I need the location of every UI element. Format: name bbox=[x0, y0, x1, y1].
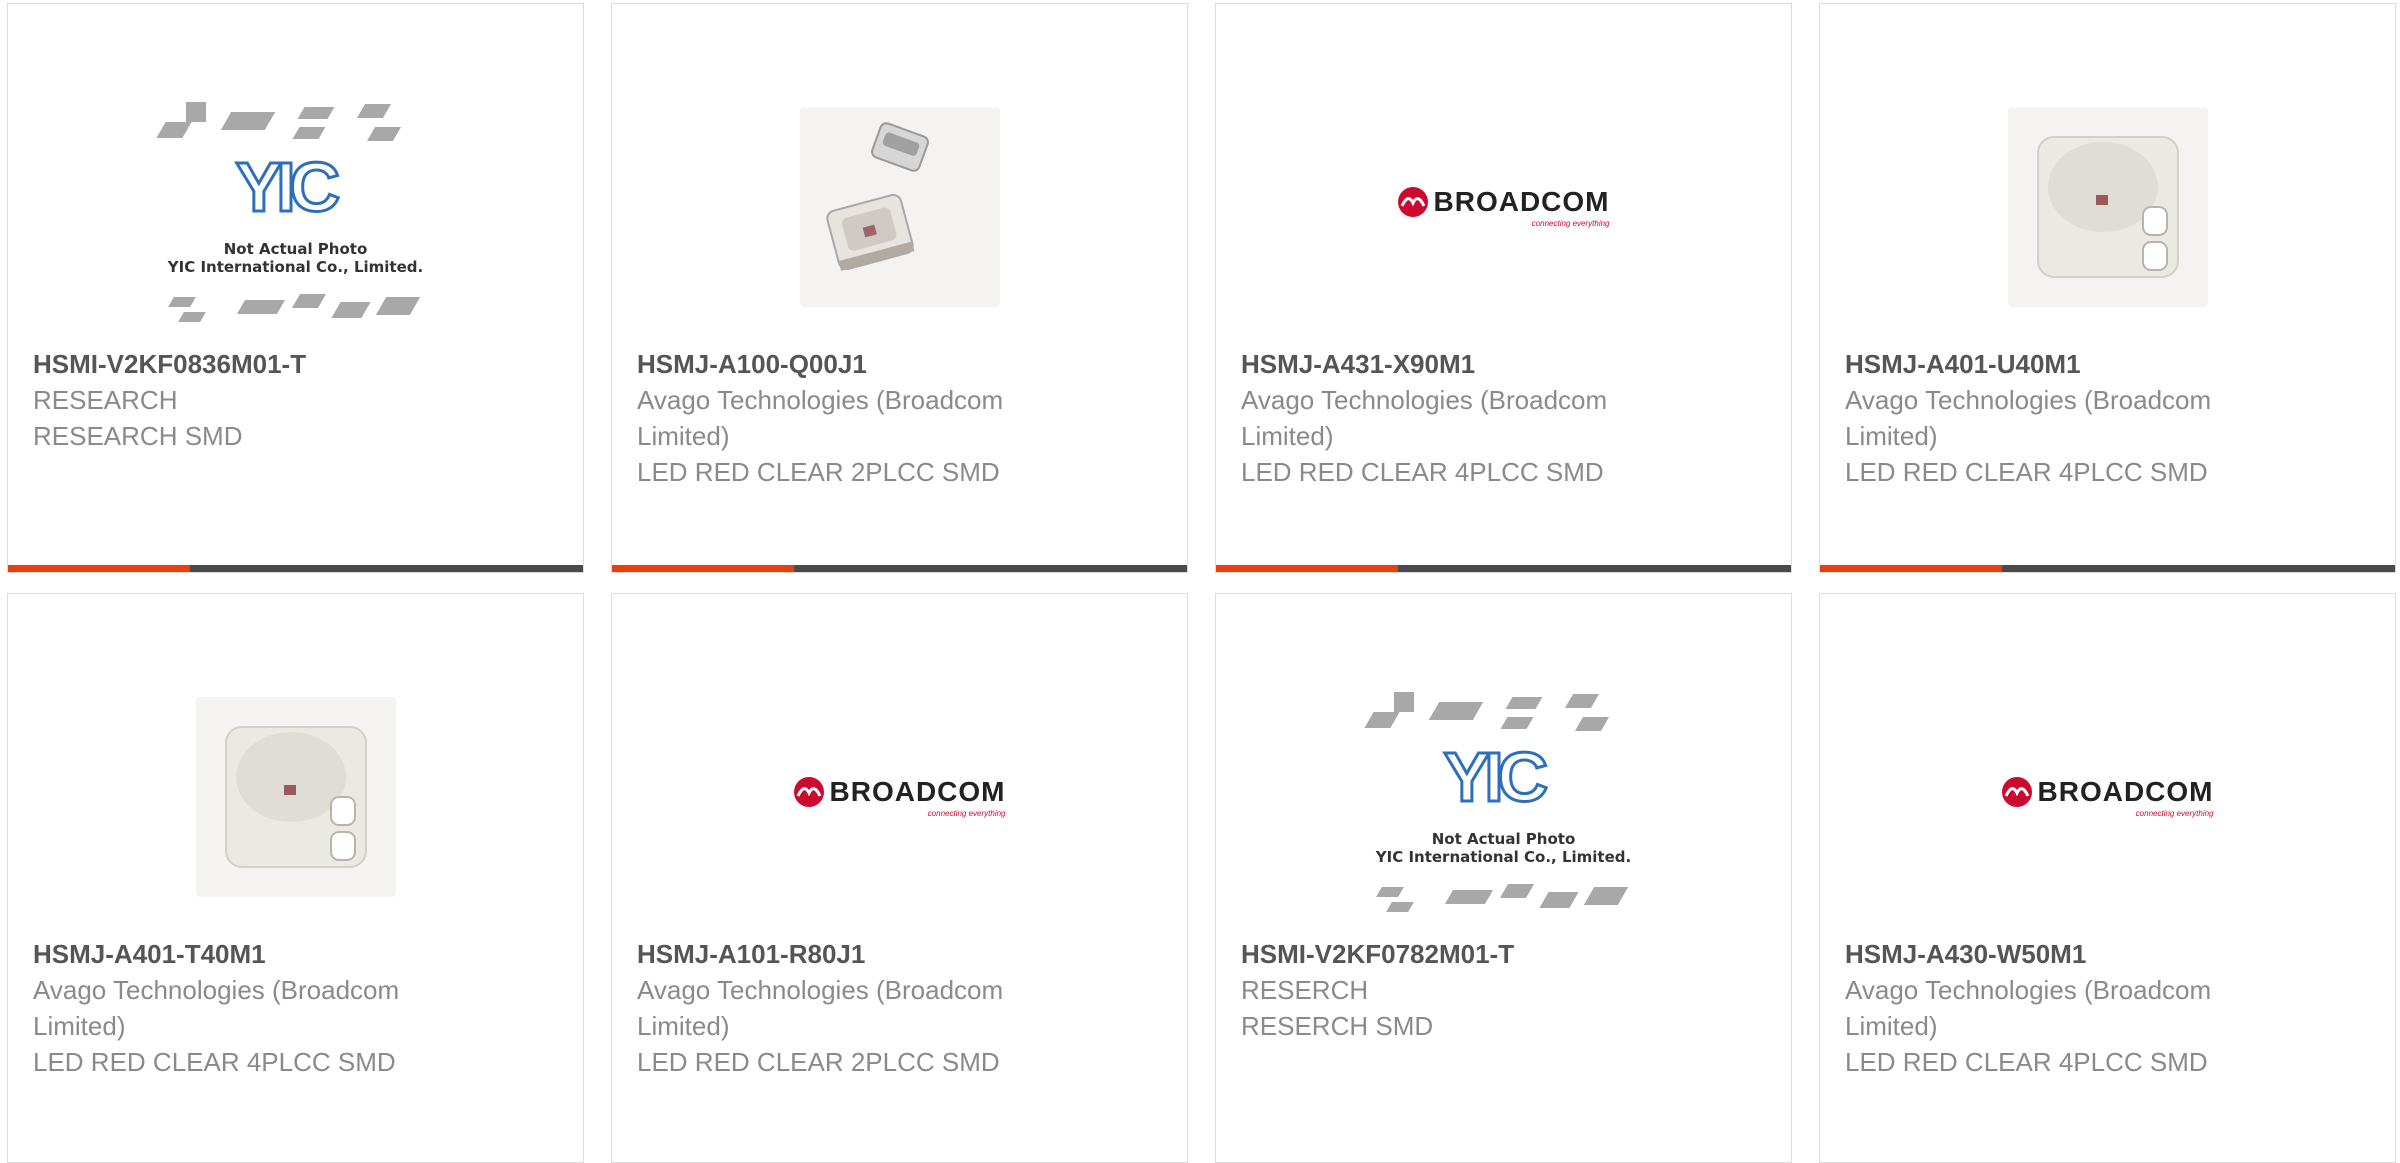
part-number[interactable]: HSMI-V2KF0782M01-T bbox=[1241, 936, 1701, 972]
part-number[interactable]: HSMJ-A401-T40M1 bbox=[33, 936, 493, 972]
product-info: HSMJ-A430-W50M1 Avago Technologies (Broa… bbox=[1845, 936, 2305, 1080]
part-number[interactable]: HSMI-V2KF0836M01-T bbox=[33, 346, 493, 382]
led-4plcc-photo bbox=[195, 697, 396, 897]
product-info: HSMJ-A401-U40M1 Avago Technologies (Broa… bbox=[1845, 346, 2305, 490]
manufacturer: Avago Technologies (Broadcom Limited) bbox=[1845, 975, 2212, 1041]
manufacturer: RESEARCH bbox=[33, 385, 178, 415]
image-caption: Not Actual Photo bbox=[1431, 830, 1576, 848]
logo-tagline: connecting everything bbox=[2135, 809, 2214, 818]
product-image: BROADCOM connecting everything bbox=[1364, 72, 1644, 342]
part-number[interactable]: HSMJ-A401-U40M1 bbox=[1845, 346, 2305, 382]
description: RESERCH SMD bbox=[1241, 1011, 1434, 1041]
manufacturer: Avago Technologies (Broadcom Limited) bbox=[1845, 385, 2212, 451]
product-card[interactable]: BROADCOM connecting everything HSMJ-A430… bbox=[1819, 593, 2396, 1163]
product-image bbox=[1968, 72, 2248, 342]
product-card[interactable]: YIC Not Actual Photo YIC International C… bbox=[7, 3, 584, 573]
image-caption: YIC International Co., Limited. bbox=[1375, 848, 1632, 866]
description: LED RED CLEAR 4PLCC SMD bbox=[1241, 457, 1604, 487]
product-info: HSMJ-A101-R80J1 Avago Technologies (Broa… bbox=[637, 936, 1097, 1080]
broadcom-logo: BROADCOM connecting everything bbox=[793, 776, 1006, 818]
yic-logo: YIC bbox=[234, 148, 342, 226]
product-info: HSMI-V2KF0836M01-T RESEARCH RESEARCH SMD bbox=[33, 346, 493, 454]
image-caption: Not Actual Photo bbox=[223, 240, 368, 258]
description: RESEARCH SMD bbox=[33, 421, 243, 451]
description: LED RED CLEAR 2PLCC SMD bbox=[637, 1047, 1000, 1077]
description: LED RED CLEAR 2PLCC SMD bbox=[637, 457, 1000, 487]
manufacturer: Avago Technologies (Broadcom Limited) bbox=[1241, 385, 1608, 451]
product-card[interactable]: HSMJ-A401-T40M1 Avago Technologies (Broa… bbox=[7, 593, 584, 1163]
product-image: BROADCOM connecting everything bbox=[1968, 662, 2248, 932]
logo-text: BROADCOM bbox=[2037, 776, 2214, 807]
led-4plcc-photo bbox=[2007, 107, 2208, 307]
product-card[interactable]: BROADCOM connecting everything HSMJ-A101… bbox=[611, 593, 1188, 1163]
product-image: YIC Not Actual Photo YIC International C… bbox=[155, 72, 436, 342]
product-info: HSMJ-A431-X90M1 Avago Technologies (Broa… bbox=[1241, 346, 1701, 490]
broadcom-logo: BROADCOM connecting everything bbox=[1397, 186, 1610, 228]
card-bottom-bar bbox=[1216, 565, 1791, 572]
product-grid: YIC Not Actual Photo YIC International C… bbox=[0, 0, 2400, 1163]
card-bottom-bar bbox=[612, 565, 1187, 572]
manufacturer: Avago Technologies (Broadcom Limited) bbox=[33, 975, 400, 1041]
manufacturer: RESERCH bbox=[1241, 975, 1369, 1005]
not-actual-photo-placeholder: YIC Not Actual Photo YIC International C… bbox=[1363, 672, 1639, 922]
description: LED RED CLEAR 4PLCC SMD bbox=[1845, 457, 2208, 487]
manufacturer: Avago Technologies (Broadcom Limited) bbox=[637, 385, 1004, 451]
card-bottom-bar bbox=[1820, 565, 2395, 572]
product-image bbox=[760, 72, 1040, 342]
broadcom-mark-icon bbox=[793, 777, 824, 807]
led-2plcc-photo bbox=[799, 107, 1000, 307]
yic-logo: YIC bbox=[1442, 738, 1550, 816]
card-bottom-bar bbox=[8, 565, 583, 572]
product-info: HSMJ-A401-T40M1 Avago Technologies (Broa… bbox=[33, 936, 493, 1080]
part-number[interactable]: HSMJ-A430-W50M1 bbox=[1845, 936, 2305, 972]
product-card[interactable]: BROADCOM connecting everything HSMJ-A431… bbox=[1215, 3, 1792, 573]
product-image bbox=[156, 662, 436, 932]
product-card[interactable]: HSMJ-A100-Q00J1 Avago Technologies (Broa… bbox=[611, 3, 1188, 573]
broadcom-mark-icon bbox=[1397, 187, 1428, 217]
product-info: HSMI-V2KF0782M01-T RESERCH RESERCH SMD bbox=[1241, 936, 1701, 1044]
product-card[interactable]: HSMJ-A401-U40M1 Avago Technologies (Broa… bbox=[1819, 3, 2396, 573]
image-caption: YIC International Co., Limited. bbox=[167, 258, 424, 276]
broadcom-logo: BROADCOM connecting everything bbox=[2001, 776, 2214, 818]
manufacturer: Avago Technologies (Broadcom Limited) bbox=[637, 975, 1004, 1041]
product-info: HSMJ-A100-Q00J1 Avago Technologies (Broa… bbox=[637, 346, 1097, 490]
logo-text: BROADCOM bbox=[829, 776, 1006, 807]
logo-tagline: connecting everything bbox=[1531, 219, 1610, 228]
product-card[interactable]: YIC Not Actual Photo YIC International C… bbox=[1215, 593, 1792, 1163]
description: LED RED CLEAR 4PLCC SMD bbox=[33, 1047, 396, 1077]
description: LED RED CLEAR 4PLCC SMD bbox=[1845, 1047, 2208, 1077]
product-image: BROADCOM connecting everything bbox=[760, 662, 1040, 932]
part-number[interactable]: HSMJ-A101-R80J1 bbox=[637, 936, 1097, 972]
logo-text: BROADCOM bbox=[1433, 186, 1610, 217]
part-number[interactable]: HSMJ-A100-Q00J1 bbox=[637, 346, 1097, 382]
logo-tagline: connecting everything bbox=[927, 809, 1006, 818]
part-number[interactable]: HSMJ-A431-X90M1 bbox=[1241, 346, 1701, 382]
broadcom-mark-icon bbox=[2001, 777, 2032, 807]
product-image: YIC Not Actual Photo YIC International C… bbox=[1363, 662, 1644, 932]
not-actual-photo-placeholder: YIC Not Actual Photo YIC International C… bbox=[155, 82, 431, 332]
